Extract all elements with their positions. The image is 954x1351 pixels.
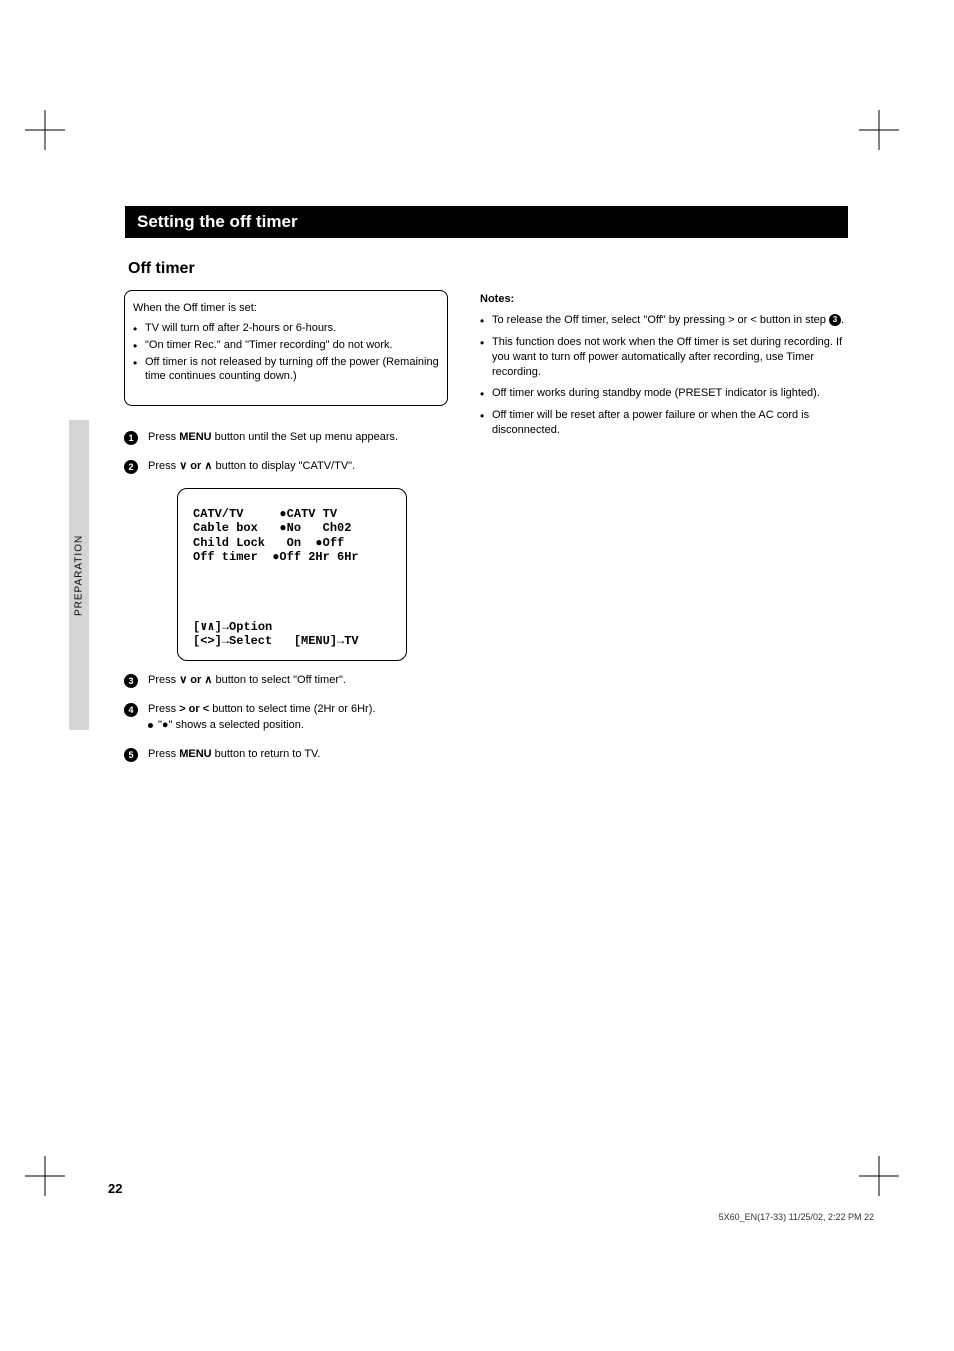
notes-title: Notes: <box>480 293 850 305</box>
crop-mark-tl <box>25 110 65 150</box>
step-subnote: "●" shows a selected position. <box>148 718 448 733</box>
step-text: Press ∨ or ∧ button to display "CATV/TV"… <box>148 459 448 474</box>
info-item: Off timer is not released by turning off… <box>133 355 439 385</box>
step-1: 1 Press MENU button until the Set up men… <box>124 430 448 445</box>
section-title: Off timer <box>128 260 195 278</box>
page-number: 22 <box>108 1181 122 1196</box>
note-item: This function does not work when the Off… <box>480 335 850 380</box>
note-item: Off timer works during standby mode (PRE… <box>480 386 850 401</box>
crop-mark-br <box>859 1156 899 1196</box>
info-box: When the Off timer is set: TV will turn … <box>124 290 448 406</box>
step-num-icon: 2 <box>124 460 138 474</box>
step-text: Press MENU button until the Set up menu … <box>148 430 448 445</box>
notes-column: Notes: To release the Off timer, select … <box>480 293 850 445</box>
step-num-icon: 3 <box>124 674 138 688</box>
crop-mark-tr <box>859 110 899 150</box>
title-bar: Setting the off timer <box>125 206 848 238</box>
step-num-icon: 1 <box>124 431 138 445</box>
steps: 1 Press MENU button until the Set up men… <box>124 430 448 776</box>
info-box-title: When the Off timer is set: <box>133 301 439 316</box>
title-text: Setting the off timer <box>137 212 298 232</box>
step-text: Press ∨ or ∧ button to select "Off timer… <box>148 673 448 688</box>
step-num-icon: 4 <box>124 703 138 717</box>
step-text: Press > or < button to select time (2Hr … <box>148 702 448 733</box>
step-text: Press MENU button to return to TV. <box>148 747 448 762</box>
crop-mark-bl <box>25 1156 65 1196</box>
step-num-icon: 5 <box>124 748 138 762</box>
step-4: 4 Press > or < button to select time (2H… <box>124 702 448 733</box>
note-item: Off timer will be reset after a power fa… <box>480 408 850 438</box>
note-item: To release the Off timer, select "Off" b… <box>480 313 850 328</box>
step-2: 2 Press ∨ or ∧ button to display "CATV/T… <box>124 459 448 474</box>
side-tab: PREPARATION <box>69 420 89 730</box>
osd-screen: CATV/TV ●CATV TV Cable box ●No Ch02 Chil… <box>177 488 407 661</box>
info-item: TV will turn off after 2-hours or 6-hour… <box>133 321 439 336</box>
footer-meta: 5X60_EN(17-33) 11/25/02, 2:22 PM 22 <box>719 1212 874 1222</box>
step-3: 3 Press ∨ or ∧ button to select "Off tim… <box>124 673 448 688</box>
step-5: 5 Press MENU button to return to TV. <box>124 747 448 762</box>
info-item: "On timer Rec." and "Timer recording" do… <box>133 338 439 353</box>
inline-step-icon: 3 <box>829 314 841 326</box>
